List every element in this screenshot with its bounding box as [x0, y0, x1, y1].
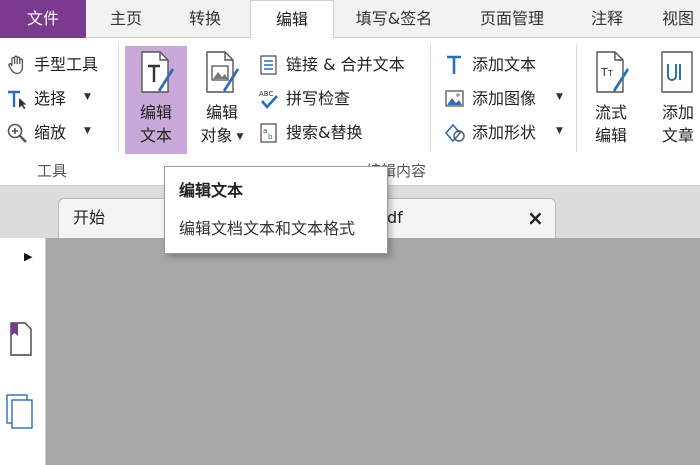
add-text-button[interactable]: 添加文本	[444, 52, 554, 78]
add-text-icon	[447, 55, 461, 74]
svg-text:T: T	[600, 66, 608, 79]
add-article-button[interactable]: 添加 文章	[650, 46, 700, 154]
add-image-label: 添加图像	[472, 89, 537, 108]
hand-icon	[8, 55, 24, 75]
edit-text-label-2: 文本	[139, 126, 172, 145]
document-tab-label: df	[387, 208, 403, 227]
bookmark-icon[interactable]	[8, 322, 34, 356]
add-text-label: 添加文本	[472, 55, 537, 74]
edit-object-button[interactable]: 编辑 对象 ▼	[190, 46, 254, 154]
edit-text-button[interactable]: 编辑 文本	[125, 46, 187, 154]
tools-group-caption: 工具	[37, 162, 68, 180]
search-replace-button[interactable]: a b 搜索&替换	[258, 120, 378, 146]
add-article-label-2: 文章	[662, 126, 695, 145]
spell-check-button[interactable]: ABC 拼写检查	[258, 86, 368, 112]
edit-object-label-2: 对象 ▼	[190, 125, 254, 148]
flow-edit-label-2: 编辑	[594, 126, 627, 145]
spell-check-icon: ABC	[259, 90, 278, 109]
flow-edit-icon: T T	[596, 51, 629, 93]
close-icon[interactable]: ×	[527, 199, 544, 237]
add-article-label-1: 添加	[662, 103, 695, 122]
add-shape-dropdown[interactable]: 添加形状 ▼	[444, 120, 568, 146]
chevron-down-icon: ▼	[236, 131, 244, 142]
hand-tool-button[interactable]: 手型工具	[4, 52, 114, 78]
select-label: 选择	[34, 89, 67, 108]
ribbon: 手型工具 选择 ▼ 缩放 ▼ 工具 编辑 文本 编辑 对象 ▼ 链接 & 合并文…	[0, 38, 700, 186]
tab-comment[interactable]: 注释	[582, 0, 632, 38]
search-replace-label: 搜索&替换	[286, 123, 363, 142]
expand-panel-icon[interactable]: ▶	[24, 250, 32, 263]
link-merge-text-button[interactable]: 链接 & 合并文本	[258, 52, 422, 78]
chevron-down-icon: ▼	[84, 126, 91, 136]
select-dropdown[interactable]: 选择 ▼	[4, 86, 104, 112]
flow-edit-label-1: 流式	[594, 103, 627, 122]
flow-edit-button[interactable]: T T 流式 编辑	[580, 46, 642, 154]
navigation-panel: ▶	[0, 238, 46, 465]
tab-page-management[interactable]: 页面管理	[470, 0, 554, 38]
add-article-icon	[661, 51, 693, 93]
svg-text:T: T	[607, 69, 613, 78]
edit-object-label-1: 编辑	[205, 103, 238, 122]
zoom-dropdown[interactable]: 缩放 ▼	[4, 120, 104, 146]
add-shape-label: 添加形状	[472, 123, 537, 142]
search-replace-icon: a b	[260, 123, 277, 143]
zoom-icon	[7, 123, 27, 143]
page-thumbnails-icon[interactable]	[6, 394, 36, 432]
tab-fill-sign[interactable]: 填写&签名	[346, 0, 442, 38]
start-tab-label: 开始	[73, 208, 106, 227]
svg-text:ABC: ABC	[259, 90, 273, 98]
tooltip: 编辑文本 编辑文档文本和文本格式	[164, 166, 388, 254]
tooltip-title: 编辑文本	[179, 181, 244, 200]
edit-object-icon	[206, 51, 239, 93]
add-image-dropdown[interactable]: 添加图像 ▼	[444, 86, 568, 112]
zoom-label: 缩放	[34, 123, 67, 142]
link-merge-label: 链接 & 合并文本	[286, 55, 405, 74]
select-text-icon	[8, 90, 27, 109]
tooltip-description: 编辑文档文本和文本格式	[179, 219, 356, 238]
svg-text:b: b	[268, 133, 273, 141]
link-merge-icon	[260, 55, 277, 75]
tab-edit[interactable]: 编辑	[250, 0, 334, 39]
chevron-down-icon: ▼	[84, 92, 91, 102]
group-divider	[118, 44, 119, 152]
tab-view[interactable]: 视图	[662, 0, 700, 38]
edit-text-icon	[141, 51, 174, 93]
add-image-icon	[445, 90, 464, 107]
hand-tool-label: 手型工具	[34, 55, 99, 74]
edit-text-label-1: 编辑	[139, 103, 172, 122]
add-shape-icon	[444, 123, 465, 143]
chevron-down-icon: ▼	[556, 92, 563, 102]
group-divider	[576, 44, 577, 152]
tab-convert[interactable]: 转换	[172, 0, 238, 38]
chevron-down-icon: ▼	[556, 126, 563, 136]
svg-text:a: a	[263, 127, 267, 135]
tab-home[interactable]: 主页	[96, 0, 156, 38]
menu-tab-bar: 文件 主页 转换 编辑 填写&签名 页面管理 注释 视图	[0, 0, 700, 39]
group-divider	[430, 44, 431, 152]
tab-file[interactable]: 文件	[0, 0, 86, 38]
document-canvas[interactable]	[46, 238, 700, 465]
spell-check-label: 拼写检查	[286, 89, 351, 108]
